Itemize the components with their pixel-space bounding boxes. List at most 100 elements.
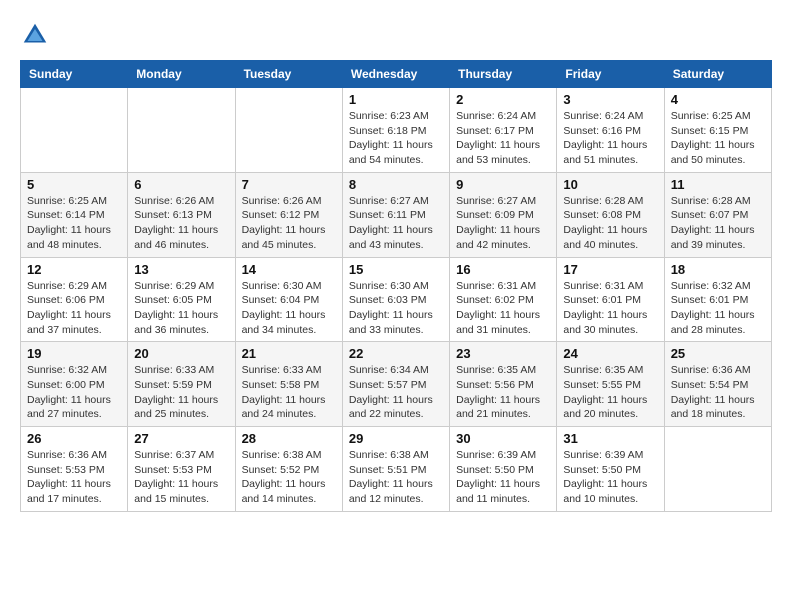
calendar-cell: 30Sunrise: 6:39 AM Sunset: 5:50 PM Dayli… <box>450 427 557 512</box>
calendar-cell: 21 Sunrise: 6:33 AM Sunset: 5:58 PM Dayli… <box>235 342 342 427</box>
calendar-cell: 26 Sunrise: 6:36 AM Sunset: 5:53 PM Dayli… <box>21 427 128 512</box>
day-number: 17 <box>563 262 657 277</box>
day-info: Sunrise: 6:28 AM Sunset: 6:08 PM Dayligh… <box>563 194 657 253</box>
calendar-week-row: 1 Sunrise: 6:23 AM Sunset: 6:18 PM Daylig… <box>21 88 772 173</box>
weekday-header: Tuesday <box>235 61 342 88</box>
day-number: 26 <box>27 431 121 446</box>
day-info: Sunrise: 6:25 AM Sunset: 6:14 PM Dayligh… <box>27 194 121 253</box>
calendar-cell: 29 Sunrise: 6:38 AM Sunset: 5:51 PM Dayli… <box>342 427 449 512</box>
calendar-cell <box>664 427 771 512</box>
day-number: 14 <box>242 262 336 277</box>
day-info: Sunrise: 6:26 AM Sunset: 6:13 PM Dayligh… <box>134 194 228 253</box>
calendar-cell: 6 Sunrise: 6:26 AM Sunset: 6:13 PM Daylig… <box>128 172 235 257</box>
day-info: Sunrise: 6:38 AM Sunset: 5:51 PM Dayligh… <box>349 448 443 507</box>
day-number: 19 <box>27 346 121 361</box>
logo <box>20 20 54 50</box>
weekday-header: Monday <box>128 61 235 88</box>
weekday-header: Wednesday <box>342 61 449 88</box>
logo-icon <box>20 20 50 50</box>
calendar-cell: 9 Sunrise: 6:27 AM Sunset: 6:09 PM Daylig… <box>450 172 557 257</box>
calendar-cell: 16 Sunrise: 6:31 AM Sunset: 6:02 PM Dayli… <box>450 257 557 342</box>
calendar-cell: 20 Sunrise: 6:33 AM Sunset: 5:59 PM Dayli… <box>128 342 235 427</box>
day-number: 2 <box>456 92 550 107</box>
day-number: 8 <box>349 177 443 192</box>
day-number: 7 <box>242 177 336 192</box>
day-number: 23 <box>456 346 550 361</box>
day-info: Sunrise: 6:29 AM Sunset: 6:06 PM Dayligh… <box>27 279 121 338</box>
calendar-header-row: SundayMondayTuesdayWednesdayThursdayFrid… <box>21 61 772 88</box>
day-info: Sunrise: 6:31 AM Sunset: 6:01 PM Dayligh… <box>563 279 657 338</box>
day-info: Sunrise: 6:30 AM Sunset: 6:04 PM Dayligh… <box>242 279 336 338</box>
calendar-cell: 13Sunrise: 6:29 AM Sunset: 6:05 PM Dayli… <box>128 257 235 342</box>
calendar-week-row: 5 Sunrise: 6:25 AM Sunset: 6:14 PM Daylig… <box>21 172 772 257</box>
calendar-week-row: 26 Sunrise: 6:36 AM Sunset: 5:53 PM Dayli… <box>21 427 772 512</box>
calendar-cell: 15 Sunrise: 6:30 AM Sunset: 6:03 PM Dayli… <box>342 257 449 342</box>
day-number: 21 <box>242 346 336 361</box>
day-info: Sunrise: 6:24 AM Sunset: 6:17 PM Dayligh… <box>456 109 550 168</box>
day-number: 18 <box>671 262 765 277</box>
day-info: Sunrise: 6:32 AM Sunset: 6:01 PM Dayligh… <box>671 279 765 338</box>
day-number: 13 <box>134 262 228 277</box>
calendar-cell: 19 Sunrise: 6:32 AM Sunset: 6:00 PM Dayli… <box>21 342 128 427</box>
calendar-cell: 11 Sunrise: 6:28 AM Sunset: 6:07 PM Dayli… <box>664 172 771 257</box>
calendar-cell: 27 Sunrise: 6:37 AM Sunset: 5:53 PM Dayli… <box>128 427 235 512</box>
page-header <box>20 20 772 50</box>
day-number: 9 <box>456 177 550 192</box>
calendar-cell: 8Sunrise: 6:27 AM Sunset: 6:11 PM Daylig… <box>342 172 449 257</box>
day-info: Sunrise: 6:33 AM Sunset: 5:58 PM Dayligh… <box>242 363 336 422</box>
day-number: 15 <box>349 262 443 277</box>
day-info: Sunrise: 6:39 AM Sunset: 5:50 PM Dayligh… <box>456 448 550 507</box>
weekday-header: Thursday <box>450 61 557 88</box>
day-info: Sunrise: 6:27 AM Sunset: 6:09 PM Dayligh… <box>456 194 550 253</box>
calendar-week-row: 19 Sunrise: 6:32 AM Sunset: 6:00 PM Dayli… <box>21 342 772 427</box>
calendar-cell <box>128 88 235 173</box>
day-info: Sunrise: 6:26 AM Sunset: 6:12 PM Dayligh… <box>242 194 336 253</box>
day-number: 16 <box>456 262 550 277</box>
day-info: Sunrise: 6:37 AM Sunset: 5:53 PM Dayligh… <box>134 448 228 507</box>
day-number: 29 <box>349 431 443 446</box>
weekday-header: Saturday <box>664 61 771 88</box>
calendar-cell <box>21 88 128 173</box>
day-number: 24 <box>563 346 657 361</box>
calendar-cell: 25Sunrise: 6:36 AM Sunset: 5:54 PM Dayli… <box>664 342 771 427</box>
day-number: 20 <box>134 346 228 361</box>
calendar-cell: 28 Sunrise: 6:38 AM Sunset: 5:52 PM Dayli… <box>235 427 342 512</box>
day-info: Sunrise: 6:34 AM Sunset: 5:57 PM Dayligh… <box>349 363 443 422</box>
calendar-cell: 31Sunrise: 6:39 AM Sunset: 5:50 PM Dayli… <box>557 427 664 512</box>
calendar-cell: 7 Sunrise: 6:26 AM Sunset: 6:12 PM Daylig… <box>235 172 342 257</box>
day-number: 28 <box>242 431 336 446</box>
calendar-cell: 3Sunrise: 6:24 AM Sunset: 6:16 PM Daylig… <box>557 88 664 173</box>
day-info: Sunrise: 6:23 AM Sunset: 6:18 PM Dayligh… <box>349 109 443 168</box>
day-info: Sunrise: 6:36 AM Sunset: 5:53 PM Dayligh… <box>27 448 121 507</box>
day-number: 11 <box>671 177 765 192</box>
day-number: 6 <box>134 177 228 192</box>
day-number: 4 <box>671 92 765 107</box>
day-info: Sunrise: 6:30 AM Sunset: 6:03 PM Dayligh… <box>349 279 443 338</box>
day-info: Sunrise: 6:36 AM Sunset: 5:54 PM Dayligh… <box>671 363 765 422</box>
calendar-cell: 5 Sunrise: 6:25 AM Sunset: 6:14 PM Daylig… <box>21 172 128 257</box>
day-number: 22 <box>349 346 443 361</box>
day-info: Sunrise: 6:24 AM Sunset: 6:16 PM Dayligh… <box>563 109 657 168</box>
calendar-cell: 18 Sunrise: 6:32 AM Sunset: 6:01 PM Dayli… <box>664 257 771 342</box>
day-info: Sunrise: 6:32 AM Sunset: 6:00 PM Dayligh… <box>27 363 121 422</box>
calendar-cell <box>235 88 342 173</box>
calendar-cell: 1 Sunrise: 6:23 AM Sunset: 6:18 PM Daylig… <box>342 88 449 173</box>
day-number: 1 <box>349 92 443 107</box>
day-info: Sunrise: 6:31 AM Sunset: 6:02 PM Dayligh… <box>456 279 550 338</box>
calendar-cell: 12 Sunrise: 6:29 AM Sunset: 6:06 PM Dayli… <box>21 257 128 342</box>
calendar-cell: 10 Sunrise: 6:28 AM Sunset: 6:08 PM Dayli… <box>557 172 664 257</box>
day-info: Sunrise: 6:33 AM Sunset: 5:59 PM Dayligh… <box>134 363 228 422</box>
day-info: Sunrise: 6:35 AM Sunset: 5:56 PM Dayligh… <box>456 363 550 422</box>
weekday-header: Sunday <box>21 61 128 88</box>
day-number: 10 <box>563 177 657 192</box>
calendar-cell: 22 Sunrise: 6:34 AM Sunset: 5:57 PM Dayli… <box>342 342 449 427</box>
calendar-table: SundayMondayTuesdayWednesdayThursdayFrid… <box>20 60 772 512</box>
calendar-cell: 4Sunrise: 6:25 AM Sunset: 6:15 PM Daylig… <box>664 88 771 173</box>
day-number: 5 <box>27 177 121 192</box>
day-info: Sunrise: 6:38 AM Sunset: 5:52 PM Dayligh… <box>242 448 336 507</box>
weekday-header: Friday <box>557 61 664 88</box>
day-info: Sunrise: 6:28 AM Sunset: 6:07 PM Dayligh… <box>671 194 765 253</box>
day-number: 12 <box>27 262 121 277</box>
day-number: 27 <box>134 431 228 446</box>
calendar-cell: 17 Sunrise: 6:31 AM Sunset: 6:01 PM Dayli… <box>557 257 664 342</box>
